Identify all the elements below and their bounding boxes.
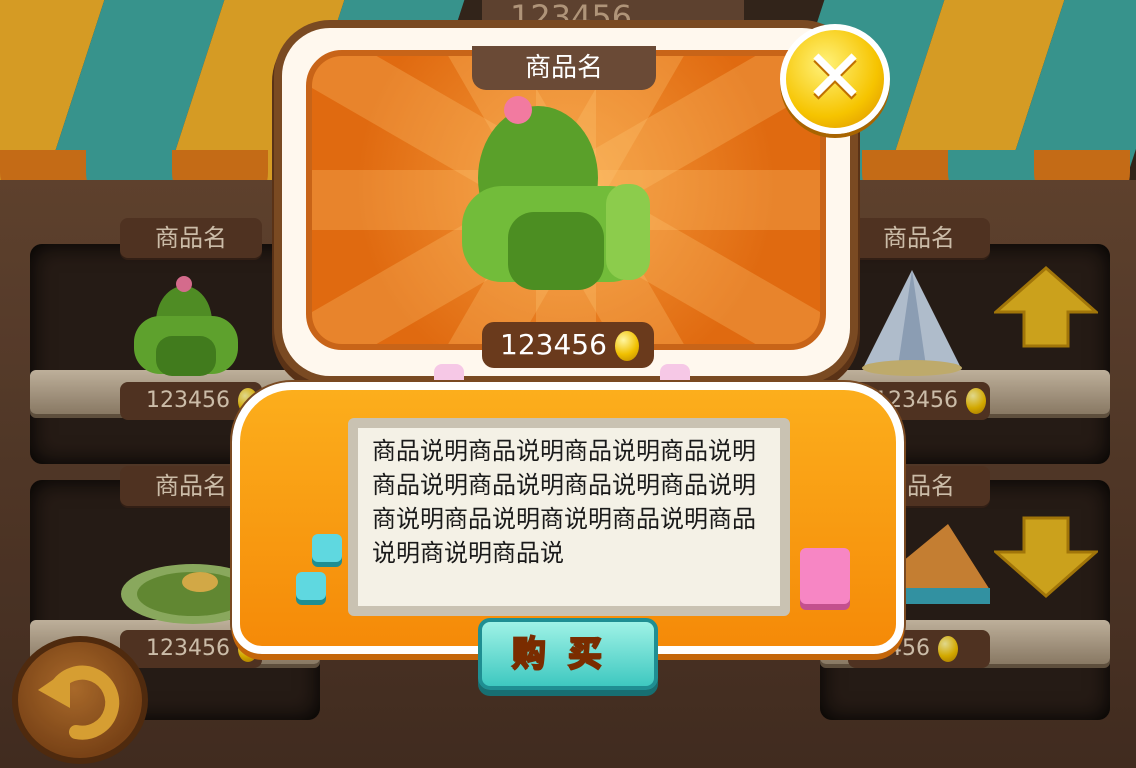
console-key-pink bbox=[800, 548, 850, 604]
close-button[interactable]: ✕ bbox=[780, 24, 890, 134]
buy-button-label: 购买 bbox=[511, 633, 624, 675]
buy-button[interactable]: 购买 bbox=[478, 618, 658, 690]
popup-price: 123456 bbox=[500, 328, 607, 361]
popup-item-title: 商品名 bbox=[472, 46, 656, 90]
coin-icon bbox=[614, 331, 639, 361]
cactus-sofa-icon bbox=[462, 96, 650, 290]
close-icon: ✕ bbox=[803, 34, 866, 120]
console-key-cyan bbox=[312, 534, 342, 562]
popup-price-tag: 123456 bbox=[482, 322, 654, 368]
item-description: 商品说明商品说明商品说明商品说明商品说明商品说明商品说明商品说明商说明商品说明商… bbox=[348, 418, 790, 616]
console-key-cyan bbox=[296, 572, 326, 600]
